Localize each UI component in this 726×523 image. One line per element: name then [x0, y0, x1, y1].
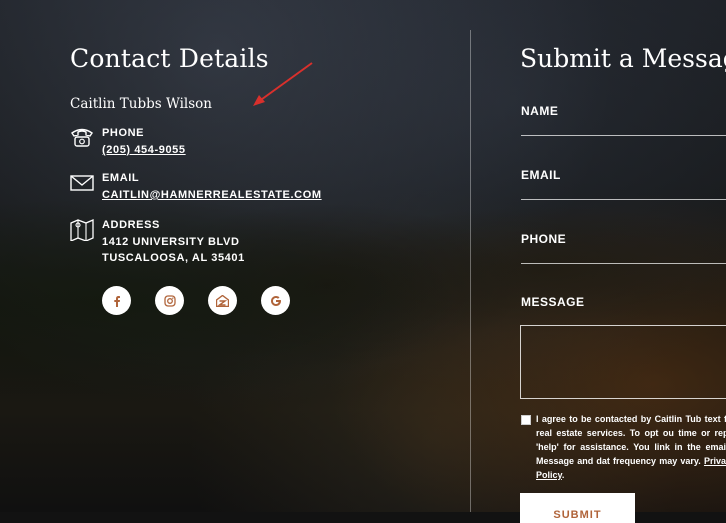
email-field-label: EMAIL [521, 168, 561, 182]
message-field-label: MESSAGE [521, 295, 585, 309]
instagram-icon [163, 294, 176, 307]
submit-button[interactable]: SUBMIT [520, 493, 635, 523]
instagram-button[interactable] [155, 286, 184, 315]
zillow-button[interactable] [208, 286, 237, 315]
consent-checkbox[interactable] [521, 415, 531, 425]
name-field-label: NAME [521, 104, 559, 118]
submit-message-title: Submit a Message [520, 44, 726, 73]
address-line-2: TUSCALOOSA, AL 35401 [102, 252, 245, 264]
phone-input[interactable] [521, 263, 726, 264]
facebook-icon [113, 295, 120, 307]
phone-field-label: PHONE [521, 232, 567, 246]
facebook-button[interactable] [102, 286, 131, 315]
map-icon [70, 219, 94, 241]
telephone-icon [71, 128, 93, 147]
envelope-icon [70, 175, 94, 191]
name-input[interactable] [521, 135, 726, 136]
email-link[interactable]: CAITLIN@HAMNERREALESTATE.COM [102, 189, 322, 201]
phone-link[interactable]: (205) 454-9055 [102, 144, 186, 156]
column-divider [470, 30, 471, 512]
contact-details-title: Contact Details [70, 44, 269, 73]
agent-name: Caitlin Tubbs Wilson [70, 96, 212, 112]
google-button[interactable] [261, 286, 290, 315]
email-input[interactable] [521, 199, 726, 200]
annotation-arrow-icon [253, 62, 313, 106]
phone-label: PHONE [102, 127, 145, 139]
consent-text-body: I agree to be contacted by Caitlin Tub t… [536, 414, 726, 466]
zillow-icon [216, 294, 229, 307]
consent-text: I agree to be contacted by Caitlin Tub t… [536, 412, 726, 482]
message-textarea[interactable] [520, 325, 726, 399]
email-label: EMAIL [102, 172, 140, 184]
address-label: ADDRESS [102, 219, 160, 231]
google-icon [270, 295, 281, 306]
address-line-1: 1412 UNIVERSITY BLVD [102, 236, 240, 248]
